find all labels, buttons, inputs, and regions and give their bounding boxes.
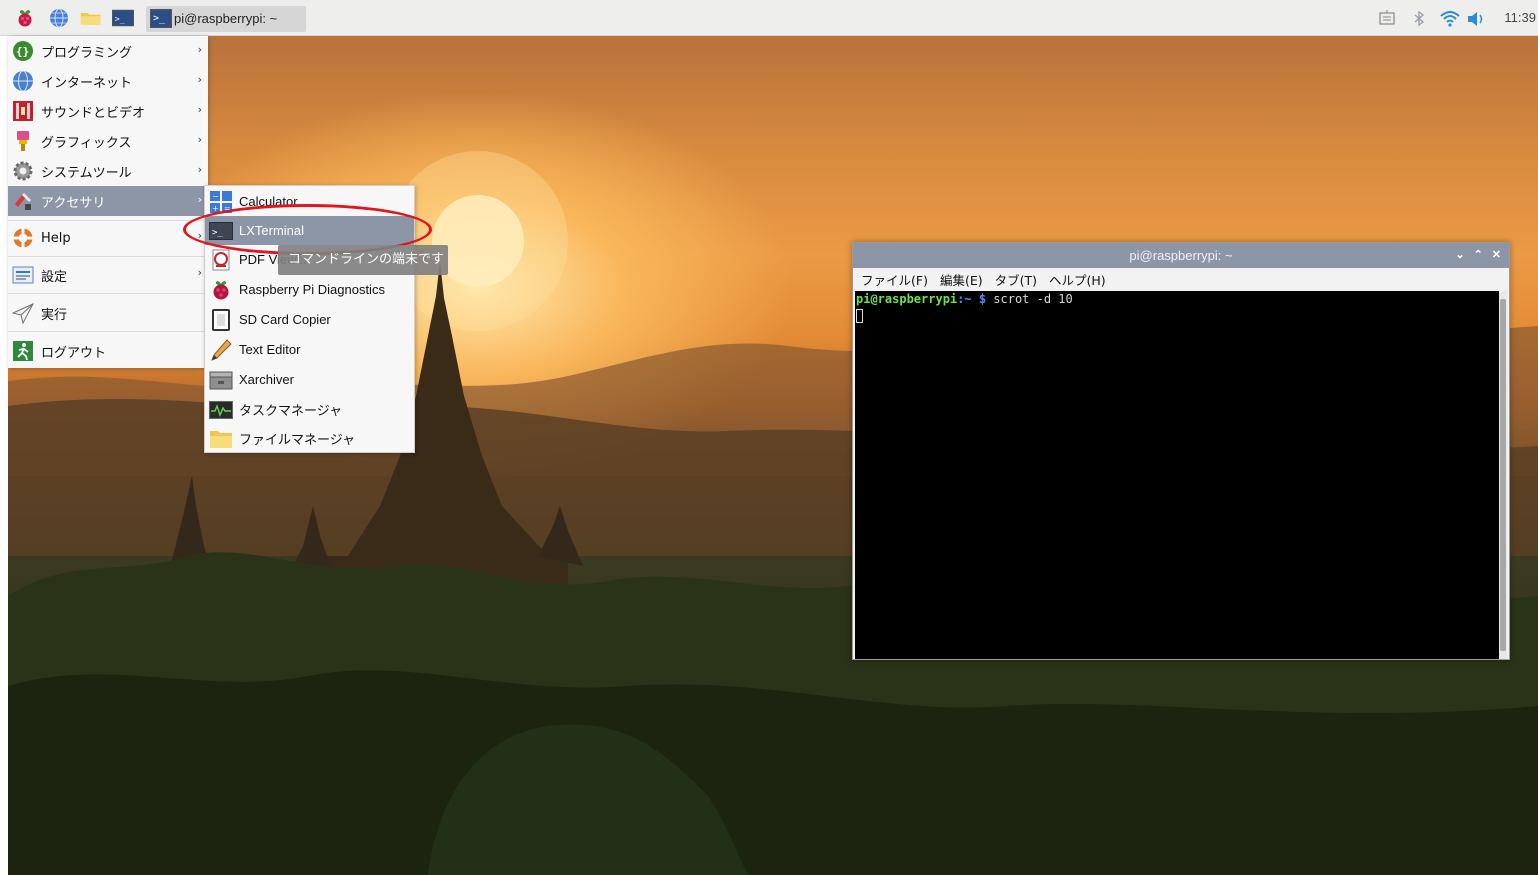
volume-icon[interactable] xyxy=(1466,10,1486,28)
submenu-item-sd-card-copier[interactable]: SD Card Copier xyxy=(205,305,414,334)
terminal-line: pi@raspberrypi:~ $ scrot -d 10 xyxy=(856,292,1499,307)
gear-icon xyxy=(13,161,33,181)
terminal-cursor-line xyxy=(856,307,1499,323)
chevron-right-icon: › xyxy=(197,266,202,279)
programming-icon: {} xyxy=(13,41,33,61)
terminal-titlebar[interactable]: pi@raspberrypi: ~ ⌄ ⌃ ✕ xyxy=(853,243,1509,268)
folder-icon xyxy=(210,430,232,448)
menu-tabs[interactable]: タブ(T) xyxy=(995,270,1037,289)
terminal-launcher-icon[interactable]: >_ xyxy=(112,8,134,28)
terminal-output[interactable]: pi@raspberrypi:~ $ scrot -d 10 xyxy=(855,291,1499,659)
raspberry-icon xyxy=(213,280,229,299)
menu-item-accessories[interactable]: アクセサリ › xyxy=(8,186,208,216)
taskbar-button-label: pi@raspberrypi: ~ xyxy=(174,11,278,26)
menu-item-label: システムツール xyxy=(41,165,132,181)
chevron-right-icon: › xyxy=(197,133,202,146)
file-manager-icon[interactable] xyxy=(80,8,102,28)
taskbar-terminal-button[interactable]: >_ pi@raspberrypi: ~ xyxy=(146,6,306,32)
submenu-item-file-manager[interactable]: ファイルマネージャ xyxy=(205,424,414,453)
window-controls: ⌄ ⌃ ✕ xyxy=(1455,243,1501,268)
main-menu: {} プログラミング › インターネット › サウンドとビデオ › グラフィック xyxy=(8,36,208,368)
submenu-item-label: タスクマネージャ xyxy=(239,403,343,418)
prompt-path: :~ $ xyxy=(957,292,994,306)
top-panel: >_ >_ pi@raspberrypi: ~ 11:39 xyxy=(0,0,1538,36)
menu-item-label: 設定 xyxy=(41,269,68,285)
archive-icon xyxy=(209,371,233,389)
lifebuoy-icon xyxy=(13,228,33,248)
menu-separator xyxy=(8,220,208,221)
svg-text:−: − xyxy=(212,192,219,201)
pencil-icon xyxy=(211,338,232,361)
scrollbar-thumb[interactable] xyxy=(1500,299,1506,651)
terminal-window[interactable]: pi@raspberrypi: ~ ⌄ ⌃ ✕ ファイル(F) 編集(E) タブ… xyxy=(852,242,1510,660)
chevron-right-icon: › xyxy=(197,103,202,116)
menu-item-logout[interactable]: ログアウト xyxy=(8,335,208,367)
menu-item-label: Help xyxy=(41,230,71,246)
menu-separator xyxy=(8,293,208,294)
menu-item-run[interactable]: 実行 xyxy=(8,297,208,329)
browser-globe-icon[interactable] xyxy=(48,8,70,28)
submenu-item-rpi-diagnostics[interactable]: Raspberry Pi Diagnostics xyxy=(205,275,414,304)
menu-item-graphics[interactable]: グラフィックス › xyxy=(8,126,208,156)
task-manager-icon xyxy=(209,400,233,419)
globe-icon xyxy=(13,70,33,92)
maximize-button[interactable]: ⌃ xyxy=(1474,243,1483,268)
chevron-right-icon: › xyxy=(197,163,202,176)
submenu-item-label: ファイルマネージャ xyxy=(239,432,356,447)
terminal-menubar: ファイル(F) 編集(E) タブ(T) ヘルプ(H) xyxy=(853,268,1509,291)
submenu-item-label: SD Card Copier xyxy=(239,312,331,327)
bluetooth-icon[interactable] xyxy=(1412,10,1426,28)
menu-item-label: アクセサリ xyxy=(41,195,106,211)
sound-video-icon xyxy=(13,101,33,121)
svg-text:>_: >_ xyxy=(115,14,125,24)
lxterminal-tooltip: コマンドラインの端末です xyxy=(278,245,448,275)
menu-file[interactable]: ファイル(F) xyxy=(861,270,928,289)
menu-item-internet[interactable]: インターネット › xyxy=(8,66,208,96)
menu-edit[interactable]: 編集(E) xyxy=(940,270,983,289)
menu-item-label: ログアウト xyxy=(41,345,107,361)
paper-plane-icon xyxy=(12,303,34,324)
menu-separator xyxy=(8,256,208,257)
submenu-item-task-manager[interactable]: タスクマネージャ xyxy=(205,395,414,424)
menu-separator xyxy=(8,331,208,332)
submenu-item-label: Raspberry Pi Diagnostics xyxy=(239,282,385,297)
menu-help[interactable]: ヘルプ(H) xyxy=(1049,270,1106,289)
minimize-button[interactable]: ⌄ xyxy=(1455,243,1464,268)
chevron-right-icon: › xyxy=(197,73,202,86)
submenu-item-label: Xarchiver xyxy=(239,372,294,387)
menu-item-system-tools[interactable]: システムツール › xyxy=(8,156,208,186)
terminal-icon: >_ xyxy=(150,9,172,28)
paintbrush-icon xyxy=(17,131,29,151)
menu-item-settings[interactable]: 設定 › xyxy=(8,259,208,291)
menu-item-label: グラフィックス xyxy=(41,135,132,151)
settings-panel-icon xyxy=(12,266,34,284)
close-button[interactable]: ✕ xyxy=(1492,243,1501,268)
menu-item-label: プログラミング xyxy=(41,45,133,61)
prompt-user: pi@raspberrypi xyxy=(856,292,958,306)
sd-card-icon xyxy=(212,308,230,331)
terminal-scrollbar[interactable] xyxy=(1499,291,1507,659)
chevron-right-icon: › xyxy=(197,193,202,206)
chevron-right-icon: › xyxy=(197,43,202,56)
window-title: pi@raspberrypi: ~ xyxy=(1129,248,1233,263)
terminal-cursor xyxy=(856,309,863,323)
menu-item-label: 実行 xyxy=(41,307,68,323)
logout-icon xyxy=(13,341,33,361)
clock[interactable]: 11:39 xyxy=(1504,10,1536,25)
command-text: scrot -d 10 xyxy=(993,292,1073,306)
wifi-icon[interactable] xyxy=(1440,10,1460,28)
submenu-item-xarchiver[interactable]: Xarchiver xyxy=(205,365,414,394)
menu-item-programming[interactable]: {} プログラミング › xyxy=(8,36,208,66)
submenu-item-text-editor[interactable]: Text Editor xyxy=(205,335,414,364)
keyboard-icon[interactable] xyxy=(1378,10,1396,26)
accessories-icon xyxy=(15,193,31,210)
menu-item-label: インターネット xyxy=(41,75,133,91)
submenu-item-label: Text Editor xyxy=(239,342,301,357)
menu-item-label: サウンドとビデオ xyxy=(41,105,146,121)
raspberry-menu-icon[interactable] xyxy=(14,8,36,28)
menu-item-help[interactable]: Help › xyxy=(8,222,208,254)
svg-text:{}: {} xyxy=(16,45,29,58)
menu-item-sound-video[interactable]: サウンドとビデオ › xyxy=(8,96,208,126)
pdf-viewer-icon xyxy=(212,249,230,270)
